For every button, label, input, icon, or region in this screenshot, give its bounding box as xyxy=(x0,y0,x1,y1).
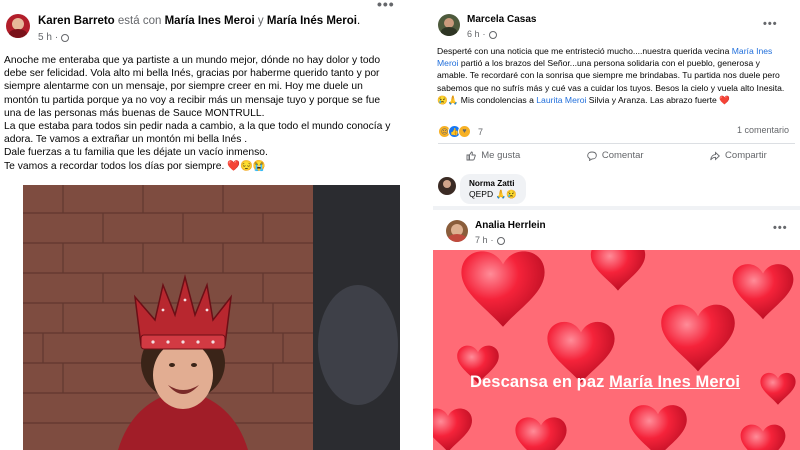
banner-text: Descansa en paz María Ines Meroi xyxy=(470,373,740,392)
header-line: Karen Barreto está con María Ines Meroi … xyxy=(38,14,360,28)
hearts-banner[interactable]: Descansa en paz María Ines Meroi xyxy=(433,250,800,450)
post-paragraph: La que estaba para todos sin pedir nada … xyxy=(4,121,391,146)
post-header: Karen Barreto está con María Ines Meroi … xyxy=(6,14,360,44)
comment-icon xyxy=(587,151,597,161)
meta-separator: · xyxy=(490,235,494,245)
banner-tag-link[interactable]: María Ines Meroi xyxy=(609,373,740,391)
post-paragraph: Te vamos a recordar todos los días por s… xyxy=(4,160,266,172)
meta-separator: · xyxy=(482,29,486,39)
avatar[interactable] xyxy=(438,14,460,36)
action-bar: Me gusta Comentar Compartir xyxy=(433,150,800,161)
avatar[interactable] xyxy=(6,14,30,38)
commenter-avatar[interactable] xyxy=(438,177,456,195)
post-paragraph: Anoche me enteraba que ya partiste a un … xyxy=(4,55,381,119)
post-photo[interactable] xyxy=(23,185,400,450)
author-name[interactable]: Analia Herrlein xyxy=(475,220,546,232)
author-name[interactable]: Marcela Casas xyxy=(467,14,537,26)
share-button[interactable]: Compartir xyxy=(710,150,767,161)
photo-woman-crown xyxy=(23,185,400,450)
tag-link[interactable]: Laurita Meroi xyxy=(536,95,586,105)
reaction-count: 7 xyxy=(478,126,484,137)
thumbs-up-icon xyxy=(466,151,476,160)
post-time[interactable]: 6 h xyxy=(467,28,480,41)
right-column: Marcela Casas 6 h · ••• Desperté con una… xyxy=(433,0,800,450)
post-paragraph: Dale fuerzas a tu familia que les déjate… xyxy=(4,147,268,159)
comment-row: Norma Zatti QEPD 🙏😢 xyxy=(433,170,800,206)
author-name[interactable]: Karen Barreto xyxy=(38,15,115,27)
post-meta: 5 h · xyxy=(38,31,360,44)
post-header: Analia Herrlein 7 h · xyxy=(446,220,546,247)
globe-icon xyxy=(61,33,70,42)
comment-button[interactable]: Comentar xyxy=(587,150,644,161)
divider xyxy=(438,143,795,144)
more-options-icon[interactable]: ••• xyxy=(763,18,778,30)
comment-text: QEPD 🙏😢 xyxy=(469,189,517,199)
post-header: Marcela Casas 6 h · xyxy=(438,14,537,41)
tag-link[interactable]: María Ines Meroi xyxy=(165,15,255,27)
end-punct: . xyxy=(357,15,361,27)
comment-label: Comentar xyxy=(601,150,644,161)
and-text: y xyxy=(257,15,264,27)
hearts-background xyxy=(433,250,800,450)
post-meta: 7 h · xyxy=(475,234,546,247)
avatar[interactable] xyxy=(446,220,468,242)
share-label: Compartir xyxy=(725,150,767,161)
more-options-icon[interactable]: ••• xyxy=(773,222,788,234)
globe-icon xyxy=(488,30,497,39)
globe-icon xyxy=(496,236,505,245)
like-button[interactable]: Me gusta xyxy=(466,150,520,161)
comment-bubble: Norma Zatti QEPD 🙏😢 xyxy=(460,174,526,204)
with-text: está con xyxy=(117,15,162,27)
post-text-segment: Silvia y Aranza. Las abrazo fuerte ❤️ xyxy=(586,94,730,105)
like-label: Me gusta xyxy=(481,150,521,161)
meta-separator: · xyxy=(54,32,59,43)
post-body: Desperté con una noticia que me entriste… xyxy=(437,45,792,106)
post-time[interactable]: 7 h xyxy=(475,234,488,247)
commenter-name[interactable]: Norma Zatti xyxy=(469,178,517,189)
post-meta: 6 h · xyxy=(467,28,537,41)
marcela-post: Marcela Casas 6 h · ••• Desperté con una… xyxy=(433,0,800,170)
left-post: Karen Barreto está con María Ines Meroi … xyxy=(0,0,400,450)
post-body: Anoche me enteraba que ya partiste a un … xyxy=(4,54,397,173)
post-text-segment: Desperté con una noticia que me entriste… xyxy=(437,46,732,56)
comments-count[interactable]: 1 comentario xyxy=(737,125,789,135)
tag-link[interactable]: María Inés Meroi xyxy=(267,15,357,27)
more-options-icon[interactable]: ••• xyxy=(377,0,395,12)
banner-prefix: Descansa en paz xyxy=(470,373,610,391)
share-icon xyxy=(710,150,721,161)
care-reaction-icon: ♥ xyxy=(458,125,471,138)
post-time[interactable]: 5 h xyxy=(38,31,52,44)
reaction-summary[interactable]: ☹ 👍 ♥ 7 xyxy=(438,125,483,138)
